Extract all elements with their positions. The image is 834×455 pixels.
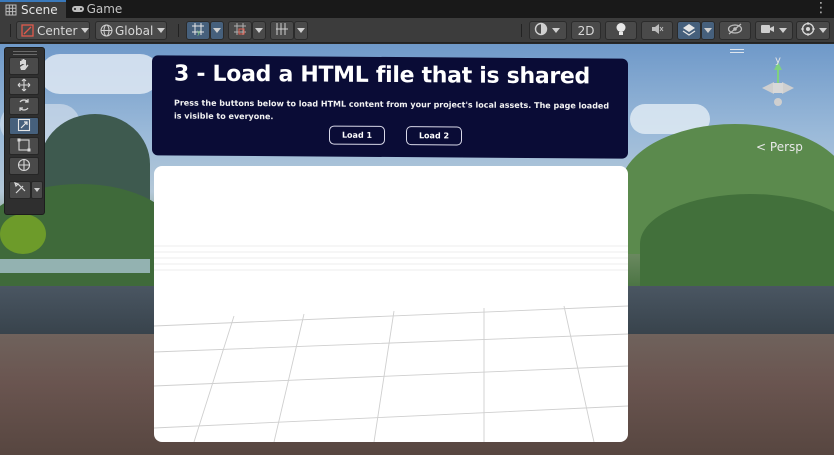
speaker-muted-icon — [650, 22, 664, 39]
gizmo-globe-icon — [801, 22, 815, 39]
projection-toggle[interactable]: < Persp — [756, 140, 803, 154]
chevron-down-icon — [34, 188, 40, 192]
chevron-down-icon — [255, 28, 263, 33]
chevron-down-icon — [213, 28, 221, 33]
align-icon — [275, 22, 289, 39]
lighting-toggle[interactable] — [605, 21, 637, 40]
scene-grid-icon — [5, 4, 17, 16]
snap-increment-icon — [233, 22, 247, 39]
increment-snap-dropdown[interactable] — [252, 21, 266, 40]
tab-game[interactable]: Game — [66, 0, 131, 18]
rotate-icon — [17, 98, 31, 115]
custom-tool-button[interactable] — [9, 181, 31, 199]
scale-icon — [17, 118, 31, 135]
palette-grip[interactable] — [12, 51, 37, 55]
toggle-2d-button[interactable]: 2D — [571, 21, 601, 40]
globe-icon — [100, 24, 113, 37]
transform-all-icon — [17, 158, 31, 175]
space-mode-dropdown[interactable]: Global — [95, 21, 167, 40]
toolbar-divider — [10, 24, 11, 37]
editor-tab-strip: Scene Game ⋮ — [0, 0, 834, 18]
pivot-mode-label: Center — [37, 23, 78, 38]
custom-tool-group — [5, 179, 44, 201]
increment-snap-button[interactable] — [228, 21, 252, 40]
toolbar-divider — [178, 24, 179, 37]
panel-title: 3 - Load a HTML file that is shared — [174, 61, 590, 90]
chevron-down-icon — [552, 28, 560, 33]
rect-transform-icon — [17, 138, 31, 155]
tab-game-label: Game — [86, 2, 123, 16]
gizmo-axis-label: y — [775, 55, 781, 66]
scene-viewport[interactable]: 3 - Load a HTML file that is shared Pres… — [0, 44, 834, 455]
chevron-down-icon — [157, 28, 166, 33]
grid-snap-icon: y — [191, 22, 205, 39]
scene-camera-dropdown[interactable] — [755, 21, 793, 40]
chevron-down-icon — [704, 28, 712, 33]
chevron-down-icon — [779, 28, 787, 33]
rotate-tool-button[interactable] — [9, 97, 39, 115]
grid-snap-dropdown[interactable] — [210, 21, 224, 40]
move-arrows-icon — [17, 78, 31, 95]
effects-toggle[interactable] — [677, 21, 701, 40]
hand-tool-button[interactable] — [9, 57, 39, 75]
toggle-2d-label: 2D — [577, 23, 595, 38]
tool-palette — [4, 47, 45, 215]
tree — [0, 214, 46, 254]
toolbar-divider — [521, 24, 522, 37]
chevron-down-icon — [819, 28, 827, 33]
align-button[interactable] — [270, 21, 294, 40]
panel-description: Press the buttons below to load HTML con… — [174, 98, 610, 122]
move-tool-button[interactable] — [9, 77, 39, 95]
grid-snap-toggle[interactable]: y — [186, 21, 210, 40]
align-dropdown[interactable] — [294, 21, 308, 40]
custom-tool-dropdown[interactable] — [31, 181, 43, 199]
html-content-panel[interactable] — [154, 166, 628, 442]
scale-tool-button[interactable] — [9, 117, 39, 135]
camera-icon — [760, 23, 775, 38]
svg-text:y: y — [197, 29, 201, 36]
html-panel-header: 3 - Load a HTML file that is shared Pres… — [152, 55, 628, 159]
ground-grid-overlay — [154, 245, 628, 442]
hill — [640, 194, 834, 294]
space-mode-label: Global — [115, 23, 154, 38]
chevron-left-icon: < — [756, 140, 767, 154]
water — [0, 259, 150, 273]
tools-icon — [13, 182, 27, 198]
scene-toolbar: Center Global y 2D — [0, 18, 834, 43]
audio-toggle[interactable] — [641, 21, 673, 40]
tab-scene-label: Scene — [21, 3, 58, 17]
chevron-down-icon — [297, 28, 305, 33]
eye-hidden-icon — [727, 23, 743, 38]
effects-dropdown[interactable] — [701, 21, 715, 40]
rect-tool-button[interactable] — [9, 137, 39, 155]
orientation-gizmo[interactable]: y — [748, 55, 808, 118]
pivot-mode-dropdown[interactable]: Center — [16, 21, 90, 40]
load-1-button[interactable]: Load 1 — [329, 125, 385, 145]
scene-visibility-toggle[interactable] — [719, 21, 751, 40]
shading-sphere-icon — [534, 22, 548, 39]
cloud — [40, 54, 160, 94]
tab-scene[interactable]: Scene — [0, 0, 66, 18]
effects-layers-icon — [682, 22, 696, 39]
hand-icon — [18, 58, 30, 75]
chevron-down-icon — [81, 28, 90, 33]
shading-mode-dropdown[interactable] — [529, 21, 567, 40]
transform-tool-button[interactable] — [9, 157, 39, 175]
lightbulb-icon — [615, 22, 627, 39]
pivot-center-icon — [21, 24, 34, 37]
load-2-button[interactable]: Load 2 — [406, 126, 462, 146]
projection-label: Persp — [769, 140, 803, 154]
gizmo-drag-handle[interactable] — [730, 49, 744, 53]
gizmos-dropdown[interactable] — [796, 21, 830, 40]
gamepad-icon — [71, 3, 84, 15]
more-options-icon[interactable]: ⋮ — [814, 1, 828, 15]
